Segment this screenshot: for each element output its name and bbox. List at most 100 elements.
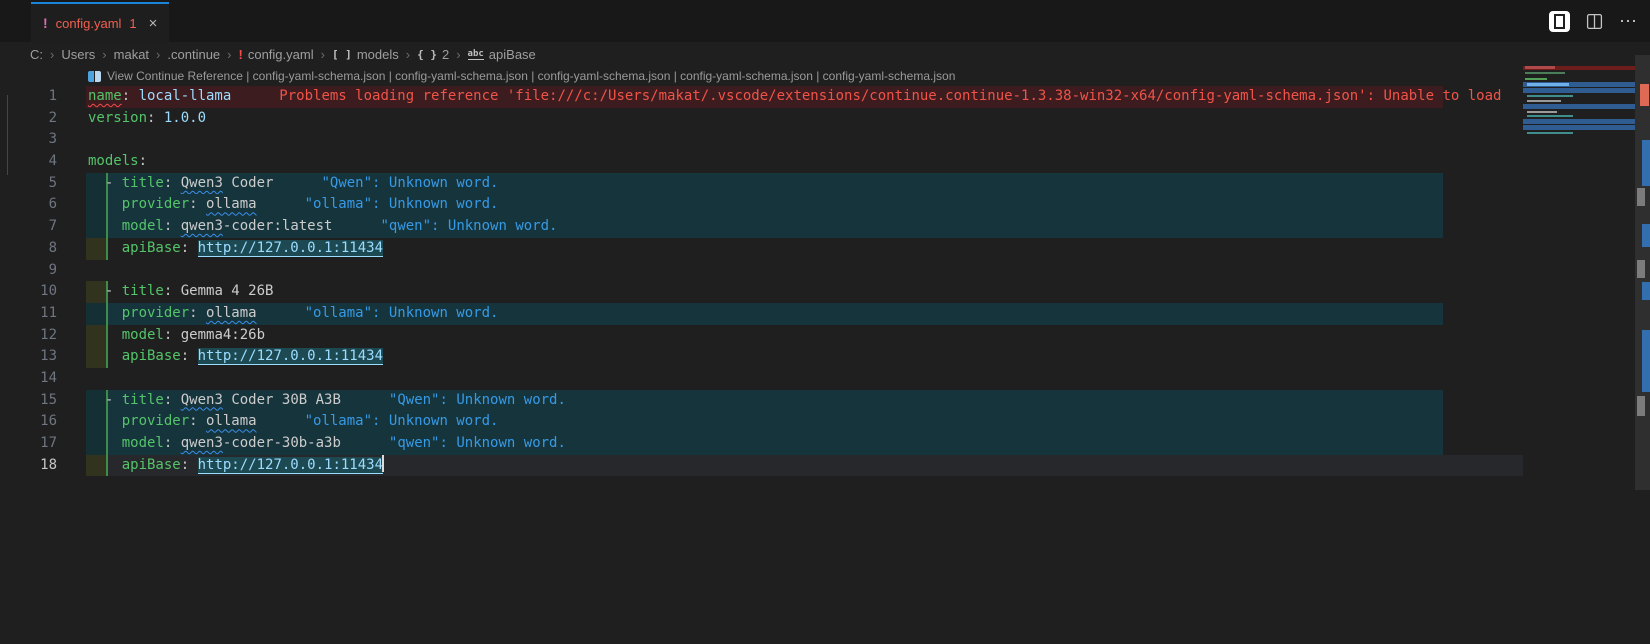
code-token: : (122, 88, 139, 104)
minimap-mark (1525, 78, 1547, 80)
code-line-17[interactable]: 17 model: qwen3-coder-30b-a3b"qwen": Unk… (0, 433, 1650, 455)
code-line-15[interactable]: 15 - title: Qwen3 Coder 30B A3B"Qwen": U… (0, 390, 1650, 412)
code-token: : (181, 240, 198, 256)
tab-config-yaml[interactable]: ! config.yaml 1 × (31, 2, 169, 42)
code-line-3[interactable]: 3 (0, 129, 1650, 151)
code-line-10[interactable]: 10 - title: Gemma 4 26B (0, 281, 1650, 303)
code-token: title (122, 283, 164, 299)
code-token: ollama (206, 196, 257, 212)
code-token: provider (122, 305, 189, 321)
scrollbar[interactable] (1635, 42, 1650, 644)
code-line-12[interactable]: 12 model: gemma4:26b (0, 325, 1650, 347)
minimap-mark (1525, 72, 1565, 74)
code-line-13[interactable]: 13 apiBase: http://127.0.0.1:11434 (0, 346, 1650, 368)
breadcrumb-item-apibase[interactable]: abc apiBase (468, 47, 536, 62)
breadcrumb-label: config.yaml (248, 47, 314, 62)
line-number: 15 (0, 390, 57, 412)
tab-close-icon[interactable]: × (149, 15, 158, 32)
more-actions-icon[interactable]: ⋯ (1619, 16, 1638, 26)
line-number: 4 (0, 151, 57, 173)
line-number: 11 (0, 303, 57, 325)
breadcrumb-label: apiBase (489, 47, 536, 62)
code-line-8[interactable]: 8 apiBase: http://127.0.0.1:11434 (0, 238, 1650, 260)
string-icon: abc (468, 49, 484, 60)
api-base-link[interactable]: http://127.0.0.1:11434 (198, 348, 383, 365)
continue-extension-icon[interactable] (1549, 11, 1570, 32)
breadcrumb-separator: › (50, 47, 54, 62)
breadcrumb-separator: › (102, 47, 106, 62)
book-icon (88, 71, 101, 82)
code-line-1[interactable]: 1name: local-llamaProblems loading refer… (0, 86, 1650, 108)
breadcrumb-label: C: (30, 47, 43, 62)
editor-content: 1name: local-llamaProblems loading refer… (0, 86, 1650, 476)
code-token: - (88, 392, 122, 408)
code-token: title (122, 392, 164, 408)
line-number: 17 (0, 433, 57, 455)
code-text: model: qwen3-coder-30b-a3b"qwen": Unknow… (88, 433, 566, 455)
code-token: Gemma 4 26B (181, 283, 274, 299)
sidebar-sash[interactable] (7, 95, 8, 175)
overview-occurrence-marker (1637, 396, 1645, 416)
code-line-16[interactable]: 16 provider: ollama"ollama": Unknown wor… (0, 411, 1650, 433)
code-token: 1.0.0 (164, 110, 206, 126)
code-token: Qwen3 (181, 175, 223, 191)
code-token: -coder:latest (223, 218, 333, 234)
code-token: : (164, 435, 181, 451)
breadcrumb-item-users[interactable]: Users (61, 47, 95, 62)
api-base-link[interactable]: http://127.0.0.1:11434 (198, 240, 383, 257)
continue-extension-glyph (1554, 14, 1565, 29)
code-token: ollama (206, 413, 257, 429)
code-token (88, 413, 122, 429)
code-line-2[interactable]: 2version: 1.0.0 (0, 108, 1650, 130)
minimap-mark (1527, 115, 1573, 117)
code-token: - (88, 175, 122, 191)
code-text: models: (88, 151, 147, 173)
breadcrumb-item-makat[interactable]: makat (114, 47, 149, 62)
code-line-6[interactable]: 6 provider: ollama"ollama": Unknown word… (0, 194, 1650, 216)
code-text: apiBase: http://127.0.0.1:11434 (88, 455, 384, 477)
breadcrumb: C:›Users›makat›.continue›!config.yaml›[ … (0, 42, 1650, 66)
code-token: : (164, 283, 181, 299)
code-line-7[interactable]: 7 model: qwen3-coder:latest"qwen": Unkno… (0, 216, 1650, 238)
overview-occurrence-marker (1637, 188, 1645, 206)
error-icon: ! (239, 47, 243, 62)
codelens[interactable]: View Continue Reference | config-yaml-sc… (88, 66, 955, 86)
breadcrumb-item-c[interactable]: C: (30, 47, 43, 62)
api-base-link[interactable]: http://127.0.0.1:11434 (198, 457, 383, 474)
code-token: : (189, 305, 206, 321)
array-icon: [ ] (332, 48, 352, 61)
tab-label: config.yaml (56, 16, 122, 31)
line-number: 10 (0, 281, 57, 303)
tab-error-icon: ! (43, 15, 48, 31)
split-editor-icon[interactable] (1586, 13, 1603, 30)
minimap[interactable] (1523, 62, 1635, 482)
code-token (88, 240, 122, 256)
code-line-5[interactable]: 5 - title: Qwen3 Coder"Qwen": Unknown wo… (0, 173, 1650, 195)
code-token: apiBase (122, 240, 181, 256)
code-line-14[interactable]: 14 (0, 368, 1650, 390)
code-text: model: gemma4:26b (88, 325, 265, 347)
code-token (88, 457, 122, 473)
breadcrumb-separator: › (456, 47, 460, 62)
code-text: provider: ollama"ollama": Unknown word. (88, 303, 498, 325)
code-token: : (189, 413, 206, 429)
overview-info-marker (1642, 330, 1650, 392)
code-text: name: local-llamaProblems loading refere… (88, 86, 1501, 108)
code-token (88, 305, 122, 321)
code-text: apiBase: http://127.0.0.1:11434 (88, 346, 383, 368)
code-line-18[interactable]: 18 apiBase: http://127.0.0.1:11434 (0, 455, 1650, 477)
breadcrumb-separator: › (156, 47, 160, 62)
breadcrumb-item-models[interactable]: [ ]models (332, 47, 399, 62)
breadcrumb-item-continue[interactable]: .continue (167, 47, 220, 62)
code-token: apiBase (122, 457, 181, 473)
minimap-mark (1527, 111, 1557, 113)
breadcrumb-item-2[interactable]: { }2 (417, 47, 449, 62)
code-token: Qwen3 (181, 392, 223, 408)
code-line-4[interactable]: 4 models: (0, 151, 1650, 173)
code-line-11[interactable]: 11 provider: ollama"ollama": Unknown wor… (0, 303, 1650, 325)
overview-info-marker (1642, 282, 1650, 300)
overview-error-marker (1640, 84, 1649, 106)
code-token (88, 218, 122, 234)
code-line-9[interactable]: 9 (0, 260, 1650, 282)
breadcrumb-item-configyaml[interactable]: ! config.yaml (239, 47, 314, 62)
